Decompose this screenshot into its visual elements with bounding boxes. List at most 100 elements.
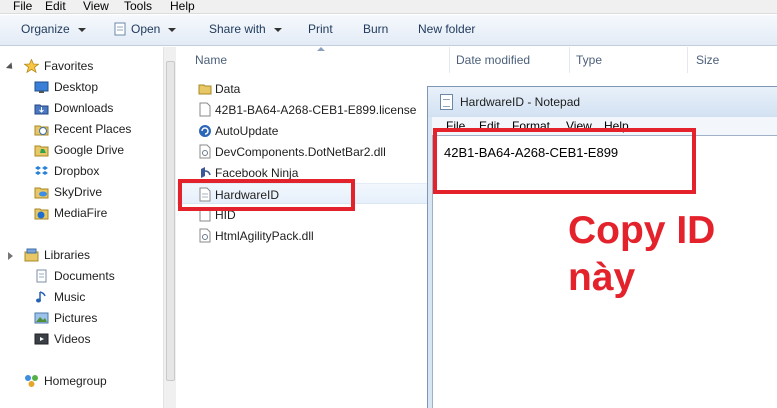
mediafire-icon xyxy=(34,208,49,220)
file-name: HtmlAgilityPack.dll xyxy=(215,229,314,243)
navigation-pane: Favorites Desktop Downloads Recent Place… xyxy=(0,47,176,408)
burn-button[interactable]: Burn xyxy=(363,22,388,39)
share-with-button[interactable]: Share with xyxy=(209,22,282,39)
file-name: Data xyxy=(215,82,241,96)
shortcut-icon xyxy=(201,167,211,178)
annotation-line-2: này xyxy=(568,256,636,299)
nav-item-desktop[interactable]: Desktop xyxy=(0,78,160,97)
nav-libraries-label: Libraries xyxy=(44,248,91,262)
file-row-dotnetbar-dll[interactable]: DevComponents.DotNetBar2.dll xyxy=(177,141,437,162)
menu-tools[interactable]: Tools xyxy=(124,0,152,13)
nav-item-label: Google Drive xyxy=(54,143,125,157)
organize-label: Organize xyxy=(21,22,70,36)
nav-item-label: Dropbox xyxy=(54,164,100,178)
downloads-icon xyxy=(34,104,49,115)
annotation-text: Copy ID này xyxy=(568,207,715,301)
share-with-label: Share with xyxy=(209,22,266,36)
nav-item-google-drive[interactable]: Google Drive xyxy=(0,141,160,160)
file-name: DevComponents.DotNetBar2.dll xyxy=(215,145,386,159)
file-row-htmlagilitypack-dll[interactable]: HtmlAgilityPack.dll xyxy=(177,225,437,246)
nav-item-label: Pictures xyxy=(54,311,98,325)
nav-item-skydrive[interactable]: SkyDrive xyxy=(0,183,160,202)
nav-libraries[interactable]: Libraries xyxy=(0,246,160,265)
autoupdate-icon xyxy=(199,125,211,137)
nav-favorites[interactable]: Favorites xyxy=(0,57,160,76)
menu-help[interactable]: Help xyxy=(170,0,195,13)
notepad-titlebar[interactable]: HardwareID - Notepad xyxy=(428,87,777,117)
pictures-icon xyxy=(34,312,49,324)
nav-item-label: Documents xyxy=(54,269,115,283)
nav-item-label: MediaFire xyxy=(54,206,108,220)
menu-edit[interactable]: Edit xyxy=(45,0,66,13)
menu-view[interactable]: View xyxy=(83,0,109,13)
documents-icon xyxy=(36,269,47,283)
star-icon xyxy=(24,59,39,73)
notepad-icon xyxy=(114,22,126,36)
sort-arrow-icon xyxy=(317,47,325,51)
desktop-icon xyxy=(34,81,49,93)
nav-favorites-label: Favorites xyxy=(44,59,94,73)
column-header-type[interactable]: Type xyxy=(570,47,688,73)
print-button[interactable]: Print xyxy=(308,22,333,39)
skydrive-icon xyxy=(34,187,49,199)
column-header-name-label: Name xyxy=(195,53,228,67)
nav-homegroup-label: Homegroup xyxy=(44,374,107,388)
new-folder-button[interactable]: New folder xyxy=(418,22,475,39)
file-row-autoupdate[interactable]: AutoUpdate xyxy=(177,120,437,141)
dll-icon xyxy=(199,228,211,243)
annotation-line-1: Copy ID xyxy=(568,209,716,252)
nav-item-downloads[interactable]: Downloads xyxy=(0,99,160,118)
nav-scrollbar[interactable] xyxy=(163,47,176,408)
homegroup-icon xyxy=(25,375,38,387)
folder-icon xyxy=(198,84,212,95)
organize-button[interactable]: Organize xyxy=(21,22,86,39)
music-icon xyxy=(36,291,46,303)
nav-item-label: Downloads xyxy=(54,101,114,115)
nav-homegroup[interactable]: Homegroup xyxy=(0,372,160,391)
chevron-down-icon xyxy=(77,27,86,32)
open-label: Open xyxy=(131,22,161,36)
expander-icon[interactable] xyxy=(5,62,16,72)
file-name: Facebook Ninja xyxy=(215,166,299,180)
nav-item-videos[interactable]: Videos xyxy=(0,330,160,349)
file-row-license[interactable]: 42B1-BA64-A268-CEB1-E899.license xyxy=(177,99,437,120)
nav-item-label: SkyDrive xyxy=(54,185,103,199)
file-name: AutoUpdate xyxy=(215,124,279,138)
libraries-icon xyxy=(24,248,39,262)
nav-scrollbar-thumb[interactable] xyxy=(166,61,175,381)
dropbox-icon xyxy=(35,166,48,175)
column-header-date-modified[interactable]: Date modified xyxy=(450,47,570,73)
column-header-date-label: Date modified xyxy=(456,53,531,67)
file-icon xyxy=(199,102,211,117)
menu-bar: File Edit View Tools Help xyxy=(0,0,777,14)
notepad-icon xyxy=(440,94,453,110)
nav-item-label: Music xyxy=(54,290,86,304)
recent-places-icon xyxy=(34,125,49,136)
nav-item-documents[interactable]: Documents xyxy=(0,267,160,286)
expander-icon[interactable] xyxy=(8,252,13,260)
nav-item-label: Desktop xyxy=(54,80,99,94)
nav-item-dropbox[interactable]: Dropbox xyxy=(0,162,160,181)
chevron-down-icon xyxy=(273,27,282,32)
nav-item-label: Videos xyxy=(54,332,91,346)
column-header-size[interactable]: Size xyxy=(688,47,777,73)
column-header-name[interactable]: Name xyxy=(177,47,450,73)
nav-item-recent-places[interactable]: Recent Places xyxy=(0,120,160,139)
highlight-hardware-id xyxy=(433,128,696,194)
notepad-title: HardwareID - Notepad xyxy=(460,95,581,109)
nav-item-mediafire[interactable]: MediaFire xyxy=(0,204,160,223)
google-drive-icon xyxy=(34,145,49,157)
column-header-type-label: Type xyxy=(576,53,603,67)
chevron-down-icon xyxy=(168,27,177,32)
command-bar: Organize Open Share with Print Burn New … xyxy=(0,15,777,46)
videos-icon xyxy=(34,333,49,345)
file-name: 42B1-BA64-A268-CEB1-E899.license xyxy=(215,103,417,117)
column-header-size-label: Size xyxy=(696,53,720,67)
dll-icon xyxy=(199,144,211,159)
menu-file[interactable]: File xyxy=(13,0,32,13)
file-row-data[interactable]: Data xyxy=(177,78,437,99)
nav-item-pictures[interactable]: Pictures xyxy=(0,309,160,328)
highlight-hardwareid-file xyxy=(178,179,355,211)
nav-item-music[interactable]: Music xyxy=(0,288,160,307)
open-button[interactable]: Open xyxy=(113,22,177,39)
